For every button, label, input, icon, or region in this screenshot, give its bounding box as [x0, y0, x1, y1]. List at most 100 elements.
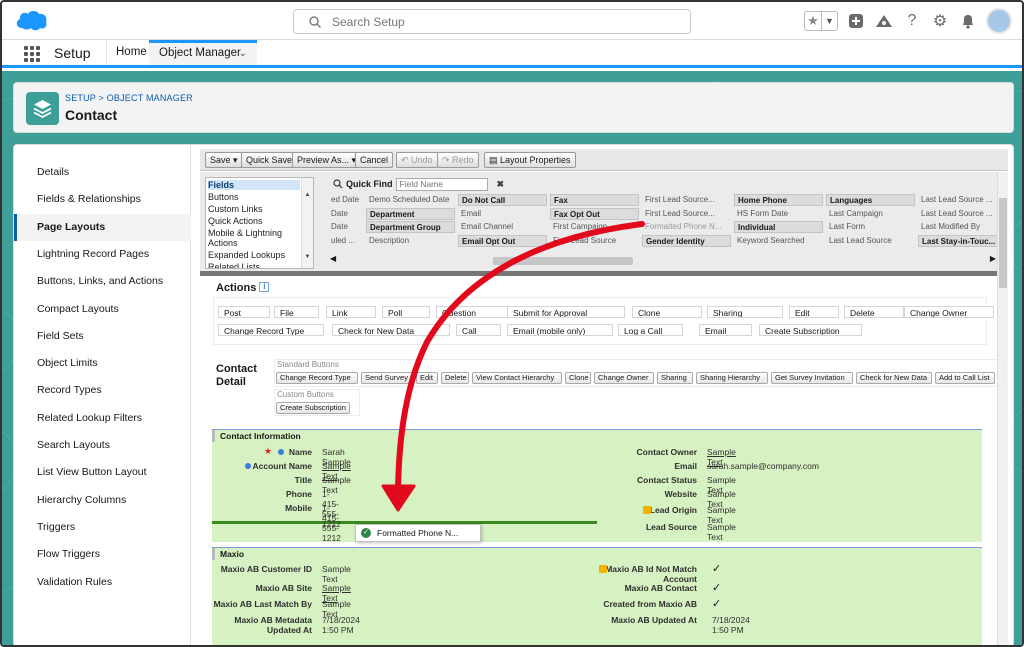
button-get-survey-invitation[interactable]: Get Survey Invitation [771, 372, 853, 384]
action-log-a-call[interactable]: Log a Call [618, 324, 683, 336]
palette-field[interactable]: Last Modified By [918, 221, 998, 233]
preview-as-button[interactable]: Preview As... ▾ [292, 152, 362, 168]
palette-field[interactable]: Formatted Phone N... [642, 221, 731, 233]
button-edit[interactable]: Edit [416, 372, 438, 384]
layout-vertical-scrollbar[interactable] [997, 172, 1008, 645]
sidebar-item-record-types[interactable]: Record Types [14, 377, 191, 404]
chevron-down-icon[interactable]: ▼ [821, 12, 837, 30]
save-button[interactable]: Save ▾ [205, 152, 243, 168]
sidebar-item-triggers[interactable]: Triggers [14, 514, 191, 541]
clear-icon[interactable]: ✖ [497, 179, 505, 190]
palette-field[interactable]: Last Campaign [826, 208, 915, 220]
button-change-record-type[interactable]: Change Record Type [276, 372, 358, 384]
scroll-right-icon[interactable]: ▶ [990, 254, 996, 263]
info-icon[interactable]: i [259, 282, 270, 292]
section-header[interactable]: Maxio [212, 548, 982, 560]
action-file[interactable]: File [274, 306, 319, 318]
sidebar-item-hierarchy-columns[interactable]: Hierarchy Columns [14, 487, 191, 514]
section-header[interactable]: Contact Information [212, 430, 982, 442]
palette-field[interactable]: Last Stay-in-Touc... [918, 234, 998, 247]
action-change-record-type[interactable]: Change Record Type [218, 324, 324, 336]
redo-button[interactable]: ↷ Redo [437, 152, 479, 168]
sidebar-item-list-view-button-layout[interactable]: List View Button Layout [14, 459, 191, 486]
palette-field[interactable]: Email Channel [458, 221, 547, 233]
sidebar-item-fields-relationships[interactable]: Fields & Relationships [14, 186, 191, 213]
palette-field[interactable]: Home Phone [734, 194, 823, 206]
waffle-icon[interactable] [24, 46, 40, 62]
contact-information-section[interactable]: Contact Information Name Sarah Sample ★ Acc… [212, 429, 982, 543]
action-check-for-new-data[interactable]: Check for New Data [332, 324, 450, 336]
palette-horizontal-scrollbar[interactable]: ◀ ▶ [328, 254, 998, 266]
palette-category-expanded-lookups[interactable]: Expanded Lookups [208, 250, 300, 260]
sidebar-item-search-layouts[interactable]: Search Layouts [14, 432, 191, 459]
sidebar-item-buttons-links-and-actions[interactable]: Buttons, Links, and Actions [14, 268, 191, 295]
button-delete[interactable]: Delete [441, 372, 469, 384]
action-clone[interactable]: Clone [632, 306, 702, 318]
create-subscription-button[interactable]: Create Subscription [276, 402, 350, 414]
action-change-owner[interactable]: Change Owner [904, 306, 994, 318]
palette-field[interactable]: Fax [550, 194, 639, 206]
palette-field[interactable]: First Lead Source... [642, 194, 731, 206]
palette-field[interactable]: First Lead Source [550, 235, 639, 247]
trailhead-icon[interactable] [874, 11, 894, 31]
sidebar-item-page-layouts[interactable]: Page Layouts [14, 213, 191, 241]
maxio-section[interactable]: Maxio Maxio AB Customer ID Sample Text Max… [212, 547, 982, 645]
sidebar-item-lightning-record-pages[interactable]: Lightning Record Pages [14, 241, 191, 268]
action-poll[interactable]: Poll [382, 306, 430, 318]
setup-search-box[interactable] [293, 9, 691, 34]
undo-button[interactable]: ↶ Undo [396, 152, 438, 168]
palette-field[interactable]: Last Form [826, 221, 915, 233]
palette-field[interactable]: Do Not Call [458, 194, 547, 206]
tab-object-manager[interactable]: Object Manager ⌄ [149, 40, 257, 65]
action-call[interactable]: Call [456, 324, 501, 336]
category-scrollbar[interactable]: ▲ ▼ [301, 178, 313, 268]
sidebar-item-field-sets[interactable]: Field Sets [14, 323, 191, 350]
sidebar-item-validation-rules[interactable]: Validation Rules [14, 569, 191, 596]
palette-field[interactable]: Gender Identity [642, 234, 731, 247]
action-edit[interactable]: Edit [789, 306, 839, 318]
palette-field[interactable]: Last Lead Source ... [918, 194, 998, 206]
palette-category-quick-actions[interactable]: Quick Actions [208, 216, 300, 226]
palette-field[interactable]: uled ... [328, 235, 362, 247]
star-icon[interactable]: ★ [805, 12, 821, 30]
button-sharing-hierarchy[interactable]: Sharing Hierarchy [696, 372, 768, 384]
action-sharing[interactable]: Sharing [707, 306, 783, 318]
breadcrumb[interactable]: SETUP > OBJECT MANAGER [65, 93, 193, 103]
action-submit-for-approval[interactable]: Submit for Approval [507, 306, 625, 318]
palette-field[interactable]: ed Date [328, 194, 362, 206]
sidebar-item-flow-triggers[interactable]: Flow Triggers [14, 541, 191, 568]
palette-category-custom-links[interactable]: Custom Links [208, 204, 300, 214]
action-email-mobile-only[interactable]: Email (mobile only) [507, 324, 613, 336]
scrollbar-thumb[interactable] [999, 198, 1007, 288]
action-post[interactable]: Post [218, 306, 270, 318]
sidebar-item-details[interactable]: Details [14, 159, 191, 186]
palette-field[interactable]: Last Lead Source ... [918, 208, 998, 220]
button-change-owner[interactable]: Change Owner [594, 372, 654, 384]
sidebar-item-object-limits[interactable]: Object Limits [14, 350, 191, 377]
layout-properties-button[interactable]: ▤ Layout Properties [484, 152, 576, 168]
button-add-to-call-list[interactable]: Add to Call List [935, 372, 995, 384]
palette-field[interactable]: Department [366, 207, 455, 220]
action-delete[interactable]: Delete [844, 306, 904, 318]
quick-save-button[interactable]: Quick Save [241, 152, 298, 168]
quick-find-input[interactable] [395, 177, 488, 191]
palette-field[interactable]: Date [328, 208, 362, 220]
palette-field[interactable]: Email Opt Out [458, 234, 547, 247]
plus-icon[interactable] [846, 11, 866, 31]
button-check-for-new-data[interactable]: Check for New Data [856, 372, 932, 384]
action-create-subscription[interactable]: Create Subscription [759, 324, 862, 336]
palette-field[interactable]: Keyword Searched [734, 235, 823, 247]
palette-category-mobile-lightning-actions[interactable]: Mobile & Lightning Actions [208, 228, 300, 248]
scroll-left-icon[interactable]: ◀ [330, 254, 336, 263]
palette-field[interactable]: HS Form Date [734, 208, 823, 220]
sidebar-item-compact-layouts[interactable]: Compact Layouts [14, 296, 191, 323]
palette-category-fields[interactable]: Fields [208, 180, 300, 190]
button-sharing[interactable]: Sharing [657, 372, 693, 384]
palette-field[interactable]: Department Group [366, 221, 455, 234]
palette-field[interactable]: Demo Scheduled Date [366, 194, 455, 206]
salesforce-cloud-icon[interactable] [14, 8, 48, 32]
sidebar-item-related-lookup-filters[interactable]: Related Lookup Filters [14, 405, 191, 432]
action-email[interactable]: Email [699, 324, 752, 336]
dragged-field[interactable]: ✓ Formatted Phone N... [355, 524, 481, 542]
chevron-down-icon[interactable]: ⌄ [239, 43, 247, 64]
